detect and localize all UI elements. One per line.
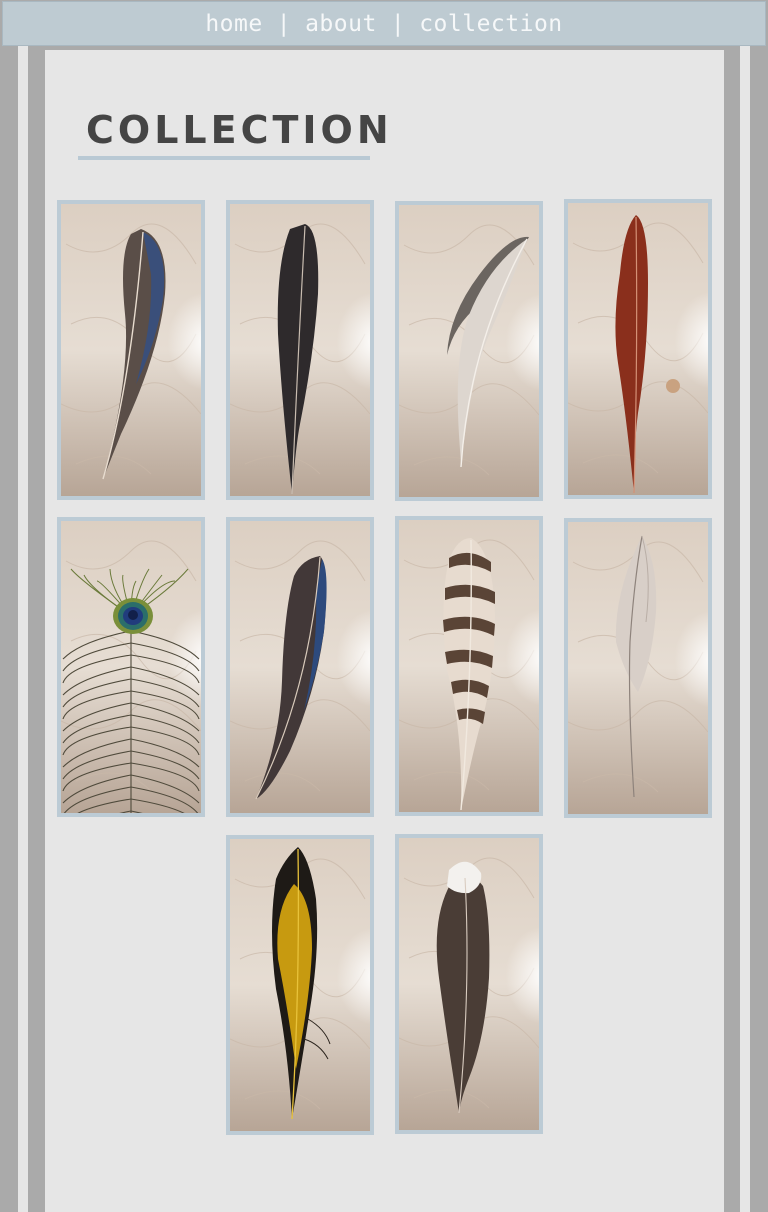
feather-black-yellow-image (230, 839, 370, 1131)
gallery-tile[interactable] (57, 200, 205, 500)
gallery-tile[interactable] (226, 517, 374, 817)
gallery-tile[interactable] (57, 517, 205, 817)
left-rail (18, 46, 28, 1212)
feather-barred-brown-image (399, 520, 539, 812)
top-nav: home | about | collection (2, 1, 766, 46)
feather-blue-black-image (230, 521, 370, 813)
nav-separator: | (276, 10, 292, 37)
nav-separator: | (390, 10, 406, 37)
gallery-tile[interactable] (395, 834, 543, 1134)
feather-black-image (230, 204, 370, 496)
gallery-tile[interactable] (395, 516, 543, 816)
feather-grey-white-image (399, 205, 539, 497)
feather-peacock-image (61, 521, 201, 813)
nav-about-link[interactable]: about (305, 11, 377, 37)
gallery-tile[interactable] (226, 200, 374, 500)
gallery-tile[interactable] (564, 199, 712, 499)
page-title: COLLECTION (86, 108, 393, 152)
title-underline (78, 156, 370, 160)
right-rail (740, 46, 750, 1212)
feather-pale-white-image (568, 522, 708, 814)
feather-brown-white-tip-image (399, 838, 539, 1130)
gallery-tile[interactable] (395, 201, 543, 501)
nav-collection-link[interactable]: collection (419, 11, 562, 37)
feather-red-image (568, 203, 708, 495)
gallery-tile[interactable] (226, 835, 374, 1135)
feather-blue-dark-image (61, 204, 201, 496)
gallery-tile[interactable] (564, 518, 712, 818)
nav-home-link[interactable]: home (205, 11, 262, 37)
